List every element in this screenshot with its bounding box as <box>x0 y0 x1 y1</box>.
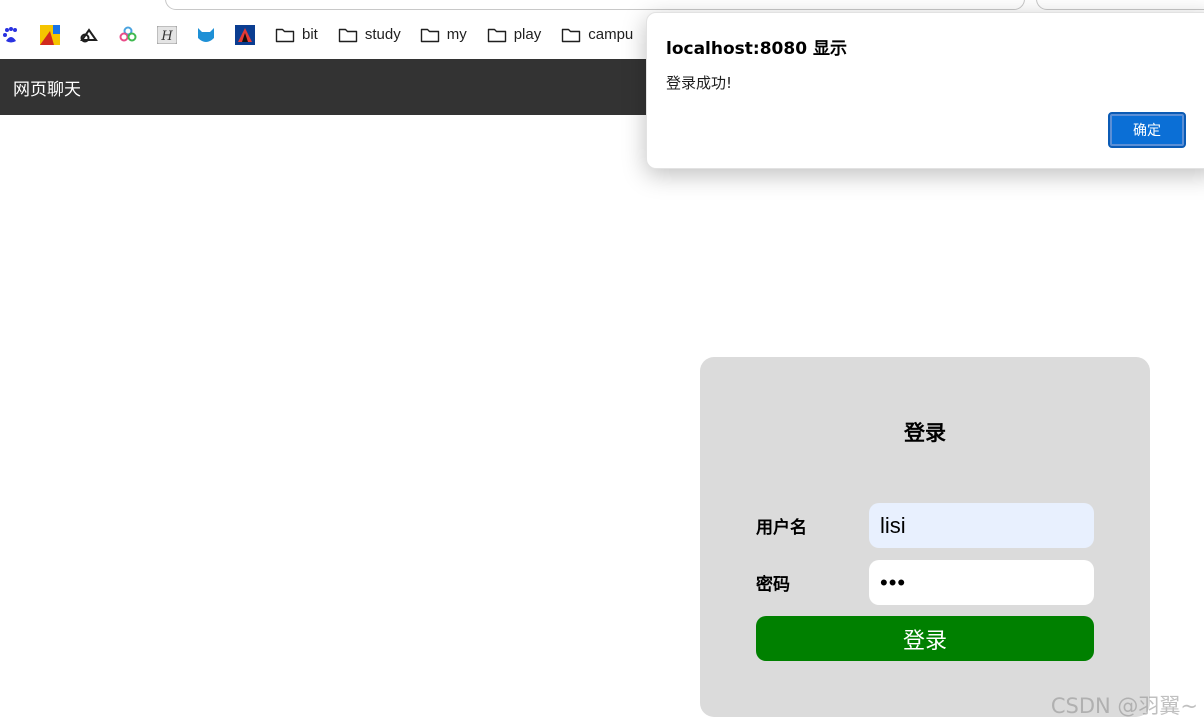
username-input[interactable]: lisi <box>869 503 1094 548</box>
folder-icon <box>420 28 439 42</box>
profile-bar-edge <box>1036 0 1204 10</box>
red-blue-app-icon[interactable] <box>235 24 255 45</box>
dialog-message: 登录成功! <box>666 74 733 92</box>
bookmark-label: play <box>513 26 542 43</box>
folder-icon <box>275 28 295 42</box>
bookmark-folder-study[interactable]: study <box>338 22 401 48</box>
password-input[interactable]: ••• <box>869 560 1094 605</box>
bookmark-folder-campu[interactable]: campu <box>561 22 633 48</box>
bookmark-label: my <box>446 26 467 43</box>
blue-cat-icon[interactable] <box>196 25 216 45</box>
bookmark-folder-my[interactable]: my <box>420 22 467 48</box>
folder-icon <box>562 28 581 42</box>
h-logo-icon[interactable]: H <box>157 25 177 45</box>
svg-text:H: H <box>160 29 173 44</box>
bookmark-folder-play[interactable]: play <box>487 22 542 48</box>
baidu-paw-icon[interactable] <box>1 25 21 45</box>
dialog-ok-button[interactable]: 确定 <box>1108 112 1186 148</box>
username-label: 用户名 <box>756 518 807 538</box>
username-row: 用户名 lisi <box>756 503 1094 548</box>
login-button[interactable]: 登录 <box>756 616 1094 661</box>
yellow-app-icon[interactable] <box>40 24 60 45</box>
colorful-app-icon[interactable] <box>118 25 138 45</box>
cloud-outline-icon[interactable] <box>79 25 99 45</box>
nav-title: 网页聊天 <box>13 79 81 100</box>
password-row: 密码 ••• <box>756 560 1094 605</box>
bookmark-label: bit <box>302 26 318 43</box>
bookmark-folder-bit[interactable]: bit <box>275 22 318 48</box>
folder-icon <box>487 28 506 42</box>
dialog-title: localhost:8080 显示 <box>666 39 847 59</box>
alert-dialog: localhost:8080 显示 登录成功! 确定 <box>646 12 1204 169</box>
password-label: 密码 <box>756 575 790 595</box>
username-value: lisi <box>880 512 906 538</box>
login-title: 登录 <box>904 421 946 445</box>
password-value: ••• <box>880 569 907 595</box>
folder-icon <box>338 28 358 42</box>
bookmark-label: campu <box>588 26 634 43</box>
address-bar[interactable] <box>165 0 1025 10</box>
watermark: CSDN @羽翼~ <box>1050 694 1198 718</box>
login-card: 登录 用户名 lisi 密码 ••• 登录 <box>700 357 1150 717</box>
bookmark-label: study <box>364 26 401 43</box>
